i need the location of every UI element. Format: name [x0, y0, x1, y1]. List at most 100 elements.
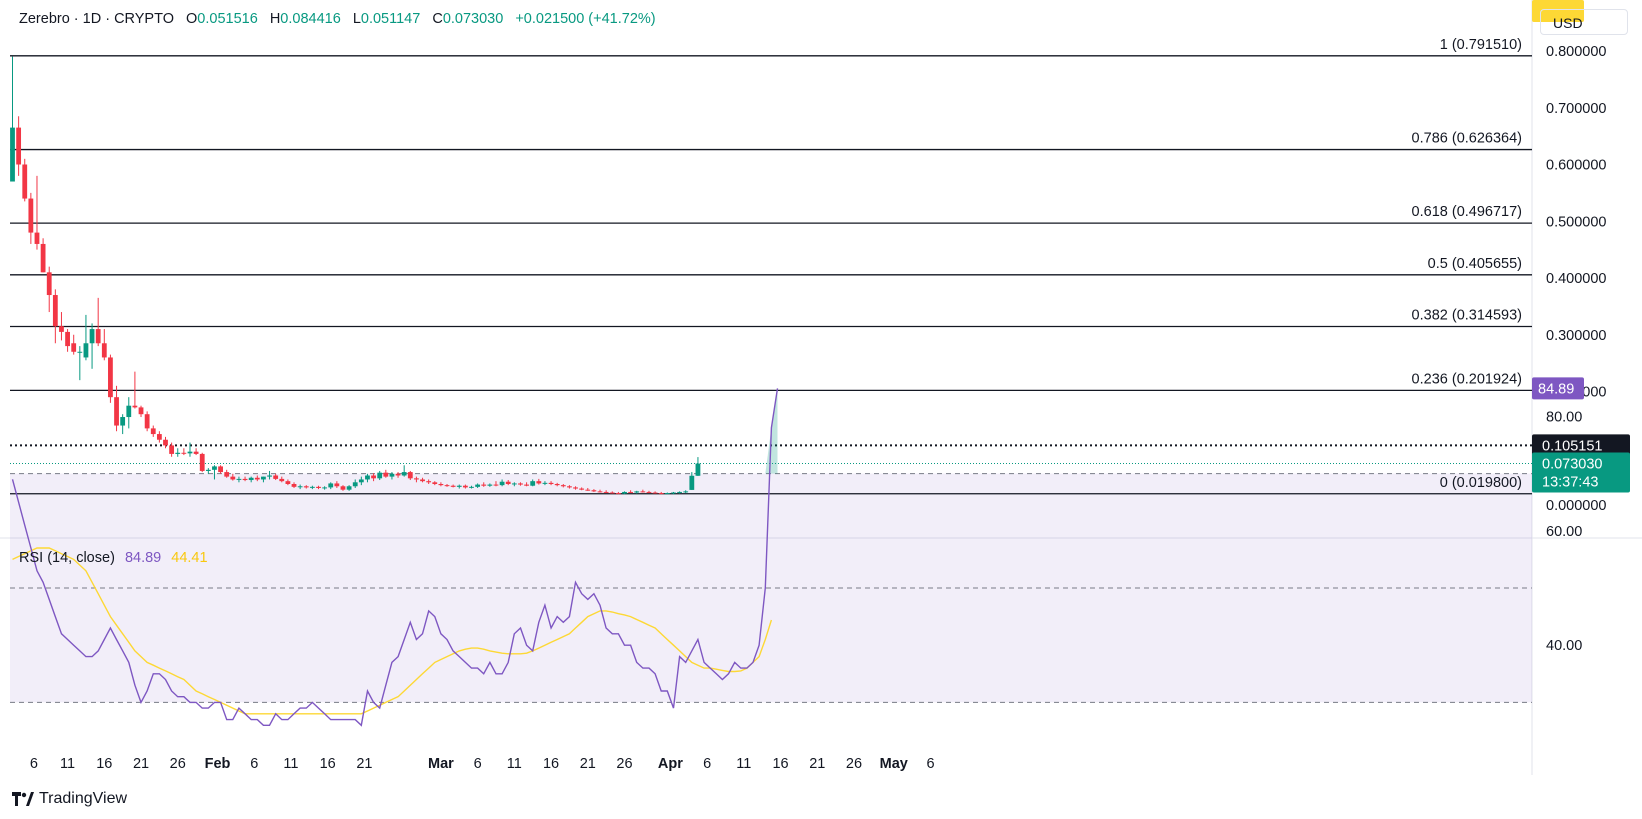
candle-body — [248, 477, 254, 481]
time-tick-label: Mar — [428, 756, 454, 772]
candle-body — [683, 491, 689, 493]
last-price-countdown: 13:37:43 — [1542, 475, 1598, 491]
candle — [199, 452, 205, 473]
candle — [34, 175, 40, 250]
time-tick-label: 6 — [703, 756, 711, 772]
candle-body — [187, 451, 193, 454]
close-value: 0.073030 — [442, 11, 504, 27]
brand-name: TradingView — [39, 790, 128, 807]
candle-body — [10, 127, 15, 182]
candle-body — [652, 492, 658, 494]
candle-body — [236, 478, 242, 480]
candle-body — [199, 453, 205, 471]
currency-selector[interactable]: USD — [1540, 9, 1628, 35]
candle-body — [530, 481, 536, 486]
candle-body — [634, 491, 640, 493]
price-tick-label: 0.400000 — [1546, 271, 1606, 287]
candle — [59, 312, 64, 341]
candle-body — [230, 476, 236, 480]
candle-body — [22, 164, 28, 199]
candle — [224, 469, 230, 478]
candle-body — [309, 486, 315, 488]
candle-body — [156, 434, 162, 440]
candle-body — [499, 481, 505, 486]
fibonacci-levels[interactable]: 1 (0.791510) 0.786 (0.626364) 0.618 (0.496… — [10, 37, 1532, 495]
candle-body — [475, 484, 481, 487]
rsi-tick-label: 60.00 — [1546, 524, 1582, 540]
tradingview-logo-icon — [12, 792, 34, 806]
candle-body — [114, 397, 119, 426]
close-label: C — [432, 11, 443, 27]
price-axis[interactable]: 0.800000 0.700000 0.600000 0.500000 0.400000… — [1546, 44, 1606, 654]
price-tick-label: 0.700000 — [1546, 101, 1606, 117]
candle-body — [689, 475, 695, 490]
candlestick-series — [10, 56, 701, 495]
open-label: O — [186, 11, 198, 27]
time-tick-label: Feb — [205, 756, 231, 772]
candle-body — [163, 439, 168, 446]
candle-body — [132, 405, 138, 408]
candle-body — [40, 243, 46, 273]
time-tick-label: 16 — [320, 756, 336, 772]
candle — [138, 405, 144, 418]
candle-body — [377, 472, 383, 479]
candle-body — [511, 483, 517, 485]
candle-body — [303, 486, 309, 488]
candle-body — [150, 428, 156, 435]
time-tick-label: 16 — [772, 756, 788, 772]
candle-body — [346, 486, 352, 490]
rsi-ma-badge-label: 44.41 — [1538, 0, 1574, 4]
candle-body — [126, 405, 132, 418]
candle — [175, 448, 181, 457]
candle-body — [548, 482, 554, 485]
candle-body — [352, 482, 358, 487]
tradingview-brand[interactable]: TradingView — [12, 790, 127, 808]
candle — [77, 346, 83, 381]
candle-body — [371, 475, 376, 479]
high-label: H — [269, 11, 281, 27]
candle-body — [77, 351, 83, 353]
reference-price-badge-label: 0.105151 — [1542, 438, 1602, 454]
fib-level-label: 1 (0.791510) — [1440, 37, 1522, 53]
candle-body — [175, 452, 181, 454]
rsi-band-background — [10, 473, 1532, 703]
fib-level-label: 0.618 (0.496717) — [1412, 204, 1522, 220]
candle — [193, 448, 199, 456]
candle-body — [579, 488, 585, 490]
change-value: +0.021500 (+41.72%) — [515, 11, 656, 27]
candle-body — [108, 357, 113, 398]
candle — [71, 334, 77, 355]
candle-body — [389, 473, 395, 477]
candle-body — [261, 476, 266, 480]
time-tick-label: Apr — [658, 756, 683, 772]
candle-body — [481, 484, 487, 486]
price-tick-label: 0.600000 — [1546, 158, 1606, 174]
low-label: L — [352, 11, 361, 27]
symbol-title: Zerebro · 1D · CRYPTO — [19, 11, 174, 27]
price-tick-label: 0.000000 — [1546, 498, 1606, 514]
candle-body — [95, 329, 101, 344]
candle-body — [144, 414, 150, 429]
candle-body — [505, 481, 511, 485]
candle — [40, 238, 46, 273]
candle-body — [340, 486, 346, 490]
candle-body — [395, 473, 401, 476]
candle-body — [677, 491, 682, 493]
open-value: 0.051516 — [197, 11, 258, 27]
time-axis[interactable]: 6 11 16 21 26 Feb 6 11 16 21 Mar 6 11 16 21 26 Apr 6 11 16 2… — [30, 756, 935, 772]
rsi-header[interactable]: RSI (14, close) 84.89 44.41 — [19, 550, 208, 566]
time-tick-label: 11 — [283, 756, 298, 772]
candle-body — [591, 490, 597, 492]
candle-body — [664, 493, 670, 495]
candle-body — [254, 477, 260, 480]
candle-body — [536, 481, 542, 484]
candle — [16, 116, 22, 176]
candle — [52, 289, 58, 344]
fib-level-label: 0.786 (0.626364) — [1412, 131, 1522, 147]
candle-body — [383, 472, 389, 477]
candle-body — [83, 343, 89, 358]
fib-level-label: 0.236 (0.201924) — [1412, 371, 1522, 387]
candle-body — [622, 491, 627, 494]
candle-body — [646, 491, 652, 493]
candle — [46, 266, 52, 313]
